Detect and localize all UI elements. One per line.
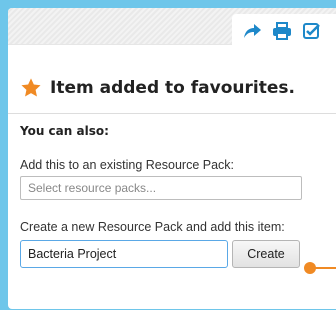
print-icon[interactable] — [272, 21, 292, 41]
dialog-content: Item added to favourites. You can also: … — [8, 77, 336, 268]
also-heading: You can also: — [20, 124, 109, 138]
create-button[interactable]: Create — [232, 240, 300, 268]
star-icon — [21, 78, 41, 97]
callout-dot — [304, 262, 316, 274]
toolbar — [8, 8, 336, 48]
dialog-title: Item added to favourites. — [50, 78, 295, 98]
favourites-dialog: Item added to favourites. You can also: … — [8, 8, 336, 309]
dialog-title-row: Item added to favourites. — [20, 77, 336, 99]
new-pack-label: Create a new Resource Pack and add this … — [20, 220, 285, 234]
share-arrow-icon[interactable] — [242, 21, 262, 41]
resource-pack-select[interactable]: Select resource packs... — [20, 176, 302, 200]
new-pack-name-input[interactable] — [20, 240, 228, 268]
toolbar-actions — [232, 14, 336, 48]
title-divider — [8, 113, 336, 114]
resource-pack-select-placeholder: Select resource packs... — [28, 181, 157, 195]
existing-pack-label: Add this to an existing Resource Pack: — [20, 158, 235, 172]
checkbox-icon[interactable] — [302, 21, 322, 41]
create-pack-row: Create — [20, 240, 336, 268]
